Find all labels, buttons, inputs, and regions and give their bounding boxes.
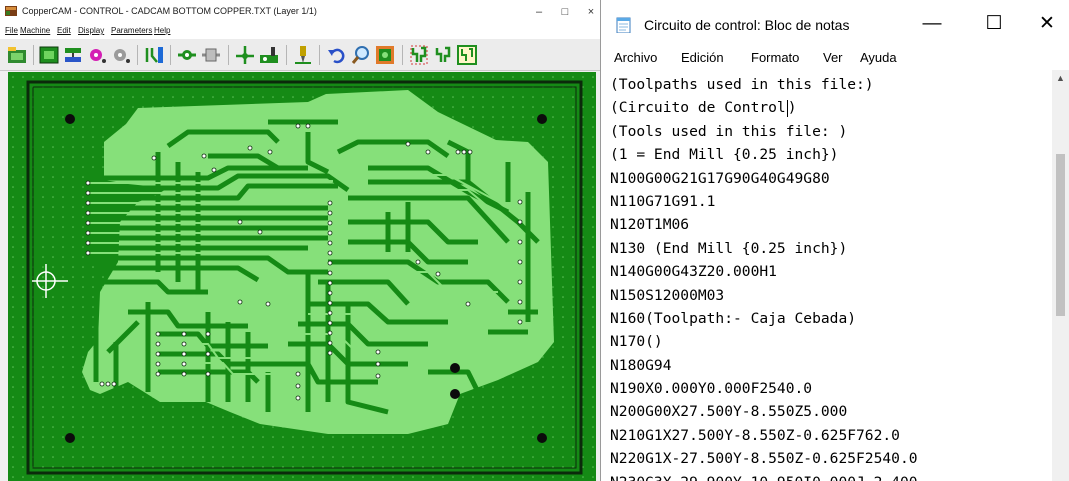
coppercam-title: CopperCAM - CONTROL - CADCAM BOTTOM COPP… xyxy=(22,6,317,16)
gcode-line: N160(Toolpath:- Caja Cebada) xyxy=(610,309,857,327)
coppercam-titlebar: CopperCAM - CONTROL - CADCAM BOTTOM COPP… xyxy=(0,0,600,23)
undo-icon[interactable] xyxy=(326,44,348,66)
zoom-icon[interactable] xyxy=(350,44,372,66)
gcode-line-with-caret: (Circuito de Control) xyxy=(610,96,1050,119)
notepad-maximize-button[interactable]: ☐ xyxy=(971,8,1017,40)
toolbar-separator xyxy=(286,45,287,65)
component-move-icon[interactable] xyxy=(234,44,256,66)
notepad-titlebar: Circuito de control: Bloc de notas — ☐ ✕ xyxy=(601,0,1069,46)
toolbar-separator xyxy=(137,45,138,65)
gcode-line: (Tools used in this file: ) xyxy=(610,122,848,140)
tracks-icon[interactable] xyxy=(143,44,165,66)
notepad-title: Circuito de control: Bloc de notas xyxy=(644,17,850,33)
coppercam-minimize-button[interactable]: – xyxy=(528,4,550,20)
toolbar-separator xyxy=(402,45,403,65)
select-icon[interactable] xyxy=(408,44,430,66)
notepad-minimize-button[interactable]: — xyxy=(909,8,955,40)
menu-edit[interactable]: Edit xyxy=(57,26,71,35)
menu-file[interactable]: File xyxy=(5,26,18,35)
scrollbar-thumb[interactable] xyxy=(1056,154,1065,316)
gcode-line-tail: ) xyxy=(787,99,797,117)
deselect-icon[interactable] xyxy=(432,44,454,66)
toolbar-separator xyxy=(319,45,320,65)
pcb-canvas[interactable] xyxy=(8,72,596,481)
gcode-line: N110G71G91.1 xyxy=(610,192,716,210)
menu-formato[interactable]: Formato xyxy=(751,50,799,65)
notepad-window: Circuito de control: Bloc de notas — ☐ ✕… xyxy=(600,0,1069,481)
gcode-line: N100G00G21G17G90G40G49G80 xyxy=(610,169,830,187)
toolbar-separator xyxy=(33,45,34,65)
notepad-close-button[interactable]: ✕ xyxy=(1024,8,1069,40)
gcode-line: N180G94 xyxy=(610,356,672,374)
notepad-app-icon xyxy=(616,17,631,33)
gcode-line: N190X0.000Y0.000F2540.0 xyxy=(610,380,813,398)
menu-ayuda[interactable]: Ayuda xyxy=(860,50,897,65)
gcode-line: (Circuito de Control xyxy=(610,99,786,117)
gcode-line: N140G00G43Z20.000H1 xyxy=(610,263,777,281)
gcode-line: N170() xyxy=(610,333,663,351)
gcode-line: N230G3X-29.900Y-10.950I0.000J-2.400 xyxy=(610,471,1050,481)
gcode-line: N130 (End Mill {0.25 inch}) xyxy=(610,239,848,257)
menu-edicion[interactable]: Edición xyxy=(681,50,724,65)
gcode-line: N210G1X27.500Y-8.550Z-0.625F762.0 xyxy=(610,426,900,444)
gcode-line: N200G00X27.500Y-8.550Z5.000 xyxy=(610,403,848,421)
gcode-line: N120T1M06 xyxy=(610,216,690,234)
via-icon[interactable] xyxy=(176,44,198,66)
gcode-line: N220G1X-27.500Y-8.550Z-0.625F2540.0 xyxy=(610,450,918,468)
contour-icon[interactable] xyxy=(200,44,222,66)
menu-display[interactable]: Display xyxy=(78,26,104,35)
pad-magenta-icon[interactable] xyxy=(86,44,108,66)
notepad-menubar: Archivo Edición Formato Ver Ayuda xyxy=(601,46,1069,70)
coppercam-menubar: File Machine Edit Display Parameters Hel… xyxy=(0,23,600,39)
flip-layer-icon[interactable] xyxy=(62,44,84,66)
coppercam-close-button[interactable]: × xyxy=(580,4,600,20)
drill-icon[interactable] xyxy=(258,44,280,66)
open-file-icon[interactable] xyxy=(6,44,28,66)
menu-ver[interactable]: Ver xyxy=(823,50,843,65)
mill-icon[interactable] xyxy=(292,44,314,66)
pcb-view-icon[interactable] xyxy=(374,44,396,66)
menu-parameters[interactable]: Parameters xyxy=(111,26,152,35)
pad-gray-icon[interactable] xyxy=(110,44,132,66)
toolbar-separator xyxy=(170,45,171,65)
coppercam-window: CopperCAM - CONTROL - CADCAM BOTTOM COPP… xyxy=(0,0,600,481)
gcode-line: (Toolpaths used in this file:) xyxy=(610,76,874,93)
outline-icon[interactable] xyxy=(456,44,478,66)
coppercam-maximize-button[interactable]: □ xyxy=(554,4,576,20)
notepad-text-area[interactable]: (Toolpaths used in this file:) (Circuito… xyxy=(610,73,1050,481)
gcode-line: (1 = End Mill {0.25 inch}) xyxy=(610,146,839,164)
gcode-line: N150S12000M03 xyxy=(610,286,725,304)
toolbar-separator xyxy=(228,45,229,65)
pcb-board-icon[interactable] xyxy=(38,44,60,66)
menu-help[interactable]: Help xyxy=(154,26,170,35)
coppercam-toolbar xyxy=(0,39,600,71)
menu-machine[interactable]: Machine xyxy=(20,26,50,35)
coppercam-app-icon xyxy=(5,6,17,16)
scroll-up-arrow-icon[interactable]: ▲ xyxy=(1052,70,1069,86)
vertical-scrollbar[interactable]: ▲ xyxy=(1052,70,1069,481)
pcb-drawing xyxy=(8,72,596,481)
menu-archivo[interactable]: Archivo xyxy=(614,50,657,65)
